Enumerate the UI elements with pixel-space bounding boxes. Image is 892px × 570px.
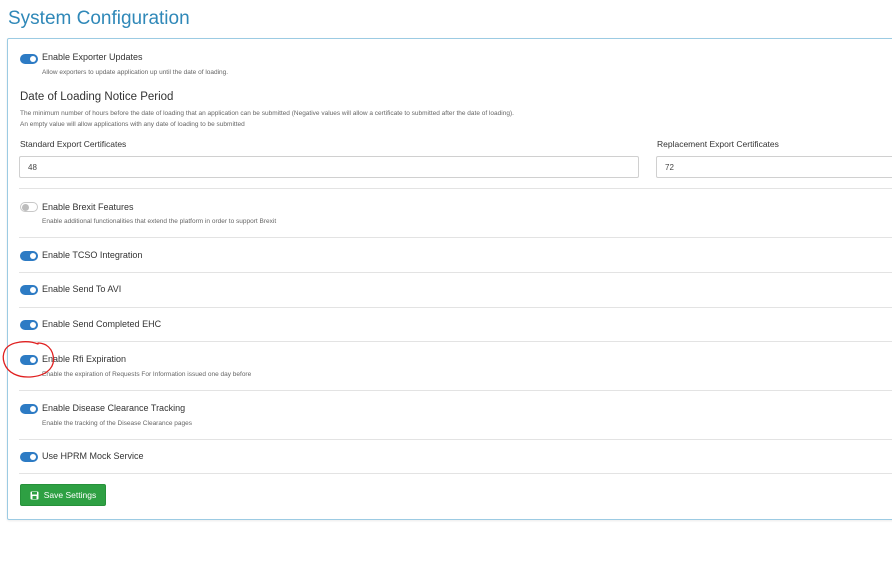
exporter-updates-label: Enable Exporter Updates: [42, 52, 143, 62]
send-ehc-label: Enable Send Completed EHC: [42, 319, 162, 329]
notice-period-description: The minimum number of hours before the d…: [20, 110, 514, 117]
divider: [19, 188, 892, 189]
brexit-label: Enable Brexit Features: [42, 202, 134, 212]
tcso-label: Enable TCSO Integration: [42, 250, 143, 260]
rfi-expiration-toggle[interactable]: [20, 355, 38, 365]
hprm-mock-toggle[interactable]: [20, 452, 38, 462]
floppy-disk-icon: [30, 491, 39, 500]
page-title: System Configuration: [8, 8, 190, 29]
save-settings-label: Save Settings: [43, 490, 97, 500]
exporter-updates-toggle[interactable]: [20, 54, 38, 64]
divider: [19, 341, 892, 342]
disease-clearance-toggle[interactable]: [20, 404, 38, 414]
notice-period-heading: Date of Loading Notice Period: [20, 91, 174, 103]
send-avi-toggle[interactable]: [20, 285, 38, 295]
divider: [19, 390, 892, 391]
divider: [19, 473, 892, 474]
divider: [19, 439, 892, 440]
send-ehc-toggle[interactable]: [20, 320, 38, 330]
exporter-updates-help: Allow exporters to update application up…: [42, 69, 229, 76]
divider: [19, 237, 892, 238]
replacement-certificates-input[interactable]: [656, 156, 892, 178]
divider: [19, 307, 892, 308]
settings-panel: Enable Exporter Updates Allow exporters …: [7, 38, 892, 520]
disease-clearance-label: Enable Disease Clearance Tracking: [42, 403, 186, 413]
standard-certificates-input[interactable]: [19, 156, 639, 178]
standard-certificates-label: Standard Export Certificates: [20, 139, 127, 149]
brexit-toggle[interactable]: [20, 202, 38, 212]
send-avi-label: Enable Send To AVI: [42, 284, 122, 294]
divider: [19, 272, 892, 273]
hprm-mock-label: Use HPRM Mock Service: [42, 451, 144, 461]
brexit-help: Enable additional functionalities that e…: [42, 218, 277, 225]
rfi-expiration-help: Enable the expiration of Requests For In…: [42, 371, 252, 378]
notice-period-description-empty: An empty value will allow applications w…: [20, 121, 245, 128]
rfi-expiration-label: Enable Rfi Expiration: [42, 354, 127, 364]
save-settings-button[interactable]: Save Settings: [20, 484, 106, 506]
replacement-certificates-label: Replacement Export Certificates: [657, 139, 779, 149]
tcso-toggle[interactable]: [20, 251, 38, 261]
disease-clearance-help: Enable the tracking of the Disease Clear…: [42, 420, 192, 427]
